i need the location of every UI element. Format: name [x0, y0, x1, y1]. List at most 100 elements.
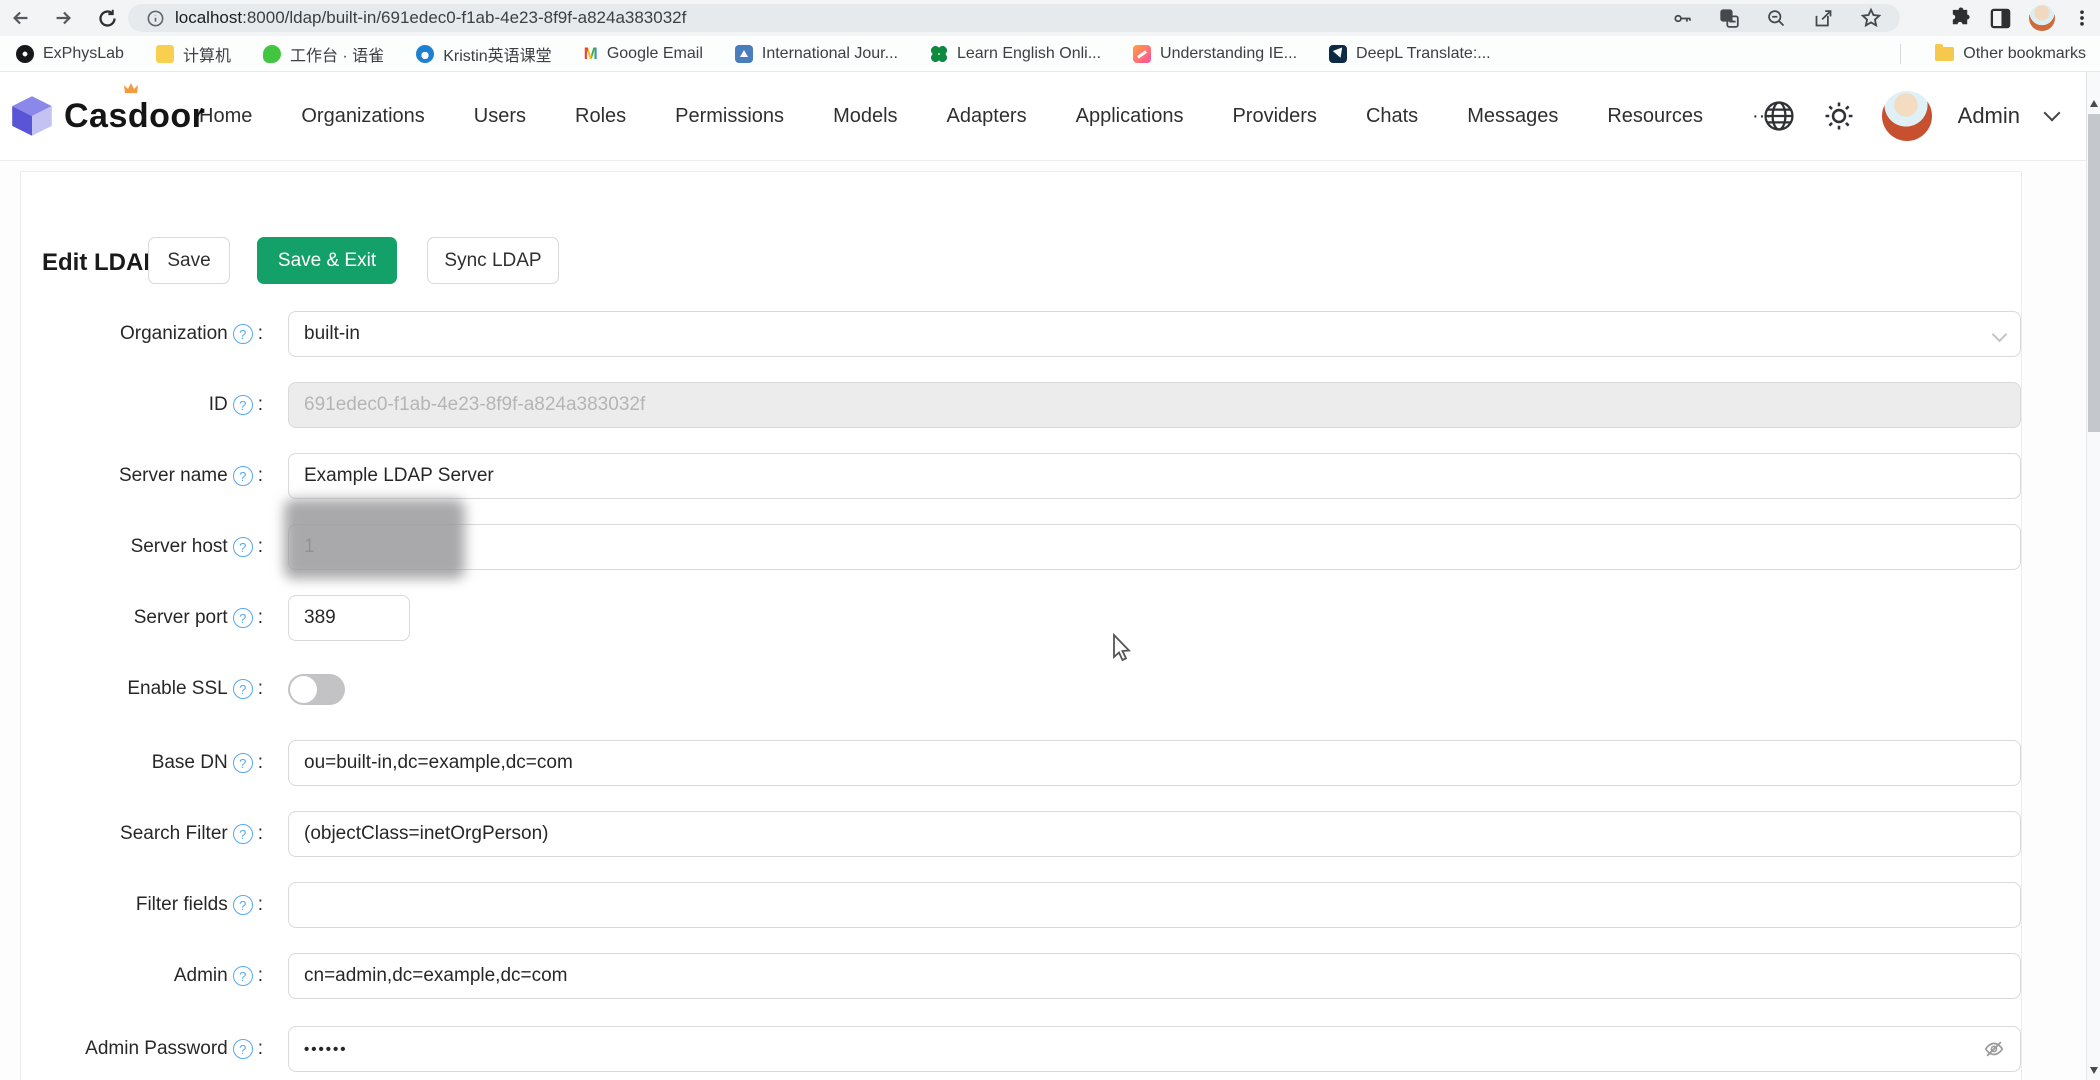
search-filter-field[interactable]: (objectClass=inetOrgPerson)	[288, 811, 2021, 857]
server-port-label: Server port?:	[20, 595, 263, 641]
menu-item-organizations[interactable]: Organizations	[301, 105, 424, 128]
help-icon[interactable]: ?	[233, 324, 253, 344]
bookmark-star-icon[interactable]	[1860, 7, 1882, 29]
bookmark-item[interactable]: DeepL Translate:...	[1329, 45, 1491, 63]
browser-menu-kebab-icon[interactable]	[2072, 8, 2092, 28]
menu-item-home[interactable]: Home	[199, 105, 252, 128]
reload-button[interactable]	[92, 3, 122, 33]
menu-item-providers[interactable]: Providers	[1232, 105, 1316, 128]
bookmark-item[interactable]: International Jour...	[735, 45, 898, 63]
menu-item-chats[interactable]: Chats	[1366, 105, 1418, 128]
folder-icon	[1935, 47, 1954, 61]
side-panel-icon[interactable]	[1989, 7, 2012, 30]
scroll-up-arrow-icon[interactable]	[2090, 100, 2098, 107]
page-scrollbar[interactable]	[2086, 72, 2100, 1080]
save-button[interactable]: Save	[148, 237, 230, 284]
theme-sun-icon[interactable]	[1822, 99, 1856, 133]
forward-button[interactable]	[48, 3, 78, 33]
admin-field[interactable]: cn=admin,dc=example,dc=com	[288, 953, 2021, 999]
help-icon[interactable]: ?	[233, 753, 253, 773]
admin-password-field[interactable]: ••••••	[288, 1026, 2021, 1072]
menu-item-adapters[interactable]: Adapters	[947, 105, 1027, 128]
main-menu: Home Organizations Users Roles Permissio…	[199, 72, 1772, 160]
save-exit-button[interactable]: Save & Exit	[257, 237, 397, 284]
server-host-field[interactable]: 1	[288, 524, 2021, 570]
bookmark-item[interactable]: 工作台 · 语雀	[263, 42, 384, 66]
bookmark-item[interactable]: ExPhysLab	[16, 45, 124, 63]
base-dn-field[interactable]: ou=built-in,dc=example,dc=com	[288, 740, 2021, 786]
menu-item-users[interactable]: Users	[474, 105, 526, 128]
enable-ssl-toggle[interactable]	[288, 674, 345, 705]
help-icon[interactable]: ?	[233, 679, 253, 699]
browser-profile-avatar[interactable]	[2029, 5, 2055, 31]
server-name-field[interactable]: Example LDAP Server	[288, 453, 2021, 499]
extensions-puzzle-icon[interactable]	[1949, 7, 1972, 30]
bookmarks-bar: ExPhysLab 计算机 工作台 · 语雀 Kristin英语课堂 MGoog…	[0, 36, 2100, 72]
bookmark-item[interactable]: Understanding IE...	[1133, 45, 1297, 63]
server-port-field[interactable]: 389	[288, 595, 410, 641]
scrollbar-thumb[interactable]	[2088, 114, 2100, 432]
redaction-blur-patch	[284, 499, 465, 579]
translate-icon[interactable]	[1719, 8, 1740, 29]
password-key-icon[interactable]	[1672, 8, 1693, 29]
server-host-label: Server host?:	[20, 524, 263, 570]
bookmark-favicon	[156, 45, 174, 63]
help-icon[interactable]: ?	[233, 537, 253, 557]
help-icon[interactable]: ?	[233, 966, 253, 986]
toggle-knob	[290, 676, 317, 703]
page-title: Edit LDAP	[42, 249, 159, 277]
other-bookmarks-button[interactable]: Other bookmarks	[1935, 36, 2086, 71]
back-button[interactable]	[6, 3, 36, 33]
casdoor-logo[interactable]: Casdoor	[10, 94, 205, 138]
url-text: localhost:8000/ldap/built-in/691edec0-f1…	[175, 8, 686, 28]
sync-ldap-button[interactable]: Sync LDAP	[427, 237, 559, 284]
search-filter-label: Search Filter?:	[20, 811, 263, 857]
menu-item-messages[interactable]: Messages	[1467, 105, 1558, 128]
bookmark-favicon	[16, 45, 34, 63]
enable-ssl-label: Enable SSL?:	[20, 666, 263, 712]
username-label[interactable]: Admin	[1958, 103, 2020, 129]
help-icon[interactable]: ?	[233, 608, 253, 628]
language-globe-icon[interactable]	[1762, 99, 1796, 133]
menu-item-applications[interactable]: Applications	[1076, 105, 1184, 128]
menu-item-resources[interactable]: Resources	[1607, 105, 1703, 128]
chevron-down-icon[interactable]	[2044, 105, 2061, 122]
bookmark-favicon	[1329, 45, 1347, 63]
url-bar[interactable]: localhost:8000/ldap/built-in/691edec0-f1…	[128, 4, 1900, 32]
reload-icon	[97, 8, 118, 29]
menu-item-roles[interactable]: Roles	[575, 105, 626, 128]
menu-item-permissions[interactable]: Permissions	[675, 105, 784, 128]
admin-label: Admin?:	[20, 953, 263, 999]
help-icon[interactable]: ?	[233, 395, 253, 415]
browser-toolbar: localhost:8000/ldap/built-in/691edec0-f1…	[0, 0, 2100, 36]
help-icon[interactable]: ?	[233, 1039, 253, 1059]
filter-fields-label: Filter fields?:	[20, 882, 263, 928]
filter-fields-field[interactable]	[288, 882, 2021, 928]
back-icon	[10, 7, 32, 29]
bookmark-favicon	[930, 45, 948, 63]
menu-item-models[interactable]: Models	[833, 105, 897, 128]
help-icon[interactable]: ?	[233, 466, 253, 486]
bookmark-item[interactable]: Kristin英语课堂	[416, 42, 551, 66]
bookmark-item[interactable]: MGoogle Email	[584, 44, 703, 64]
id-label: ID?:	[20, 382, 263, 428]
zoom-out-icon[interactable]	[1766, 8, 1787, 29]
scroll-down-arrow-icon[interactable]	[2090, 1067, 2098, 1074]
bookmark-item[interactable]: 计算机	[156, 42, 231, 66]
page-info-icon[interactable]	[146, 9, 165, 28]
help-icon[interactable]: ?	[233, 895, 253, 915]
bookmark-favicon	[735, 45, 753, 63]
password-visibility-eye-off-icon[interactable]	[1983, 1038, 2005, 1060]
crown-icon	[123, 82, 139, 95]
help-icon[interactable]: ?	[233, 824, 253, 844]
user-avatar[interactable]	[1882, 91, 1932, 141]
mouse-cursor	[1108, 633, 1134, 663]
share-icon[interactable]	[1813, 8, 1834, 29]
id-field: 691edec0-f1ab-4e23-8f9f-a824a383032f	[288, 382, 2021, 428]
bookmark-item[interactable]: Learn English Onli...	[930, 45, 1101, 63]
base-dn-label: Base DN?:	[20, 740, 263, 786]
app-header: Casdoor Home Organizations Users Roles P…	[0, 72, 2100, 161]
bookmarks-divider	[1900, 44, 1901, 64]
server-name-label: Server name?:	[20, 453, 263, 499]
organization-select[interactable]: built-in	[288, 311, 2021, 357]
